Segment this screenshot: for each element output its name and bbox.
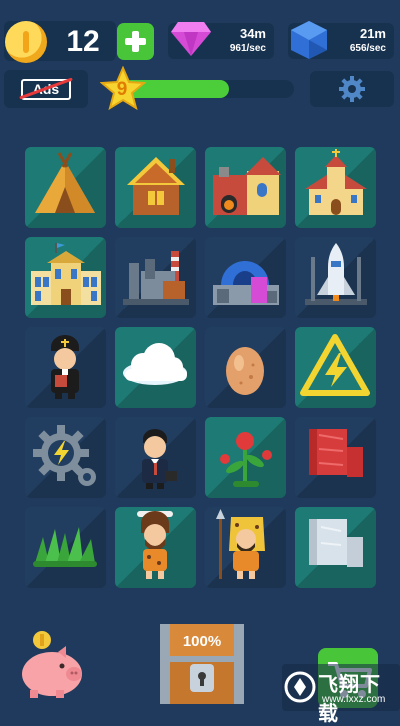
- red-flower-icon: [220, 432, 272, 487]
- building-grid: [25, 147, 377, 588]
- tile-teepee[interactable]: [25, 147, 106, 228]
- level-number: 9: [116, 79, 128, 100]
- tile-factory[interactable]: [115, 237, 196, 318]
- coin-count: 12: [66, 25, 100, 58]
- caveman-icon: [137, 511, 173, 579]
- gear-icon: [339, 76, 365, 102]
- tile-log-cabin[interactable]: [115, 147, 196, 228]
- tile-stone-block[interactable]: [295, 507, 376, 588]
- tile-electricity-sign[interactable]: [295, 327, 376, 408]
- factory-icon: [123, 251, 189, 305]
- pink-gem-icon: [171, 22, 211, 56]
- tile-church[interactable]: [295, 147, 376, 228]
- stone-block-icon: [309, 519, 363, 567]
- watermark-url: www.fxxz.com: [322, 694, 386, 705]
- tile-priest[interactable]: [25, 327, 106, 408]
- tile-egg[interactable]: [205, 327, 286, 408]
- pink-gem-rate: 961/sec: [229, 43, 266, 54]
- meat-block-icon: [309, 429, 363, 477]
- blue-gem-rate: 656/sec: [349, 43, 386, 54]
- church-icon: [305, 149, 367, 215]
- tile-space-shuttle[interactable]: [295, 237, 376, 318]
- grass-icon: [33, 527, 97, 567]
- tile-red-flower[interactable]: [205, 417, 286, 498]
- piggy-bank-icon[interactable]: [18, 630, 84, 700]
- teepee-icon: [35, 152, 95, 213]
- businessman-icon: [142, 429, 177, 489]
- tile-cloud[interactable]: [115, 327, 196, 408]
- tile-city-hall[interactable]: [25, 237, 106, 318]
- level-progress-bar: [122, 80, 294, 98]
- gear-power-icon: [33, 425, 96, 486]
- electricity-sign-icon: [300, 334, 370, 396]
- tile-forge-house[interactable]: [205, 147, 286, 228]
- city-hall-icon: [31, 243, 101, 305]
- blue-gem-value: 21m: [359, 26, 386, 41]
- forge-house-icon: [213, 157, 281, 215]
- add-coins-button[interactable]: [117, 23, 154, 60]
- settings-button[interactable]: [310, 71, 394, 107]
- coin-icon: [5, 21, 47, 63]
- pink-gem-value: 34m: [239, 26, 266, 41]
- tile-grass[interactable]: [25, 507, 106, 588]
- tile-tribal-warrior[interactable]: [205, 507, 286, 588]
- space-shuttle-icon: [305, 243, 367, 305]
- tile-caveman[interactable]: [115, 507, 196, 588]
- chest-progress-label: 100%: [182, 633, 222, 650]
- priest-icon: [51, 335, 79, 399]
- tile-gear-power[interactable]: [25, 417, 106, 498]
- remove-ads-button[interactable]: Ads: [4, 70, 88, 108]
- tribal-warrior-icon: [216, 509, 265, 579]
- log-cabin-icon: [127, 157, 185, 215]
- blue-gem-icon: [291, 21, 327, 59]
- tile-observatory[interactable]: [205, 237, 286, 318]
- observatory-icon: [213, 261, 279, 305]
- egg-icon: [226, 347, 264, 395]
- tile-meat-block[interactable]: [295, 417, 376, 498]
- tile-businessman[interactable]: [115, 417, 196, 498]
- top-bar: 12 34m 961/sec 21m 656/sec: [0, 0, 400, 63]
- cloud-icon: [123, 343, 187, 385]
